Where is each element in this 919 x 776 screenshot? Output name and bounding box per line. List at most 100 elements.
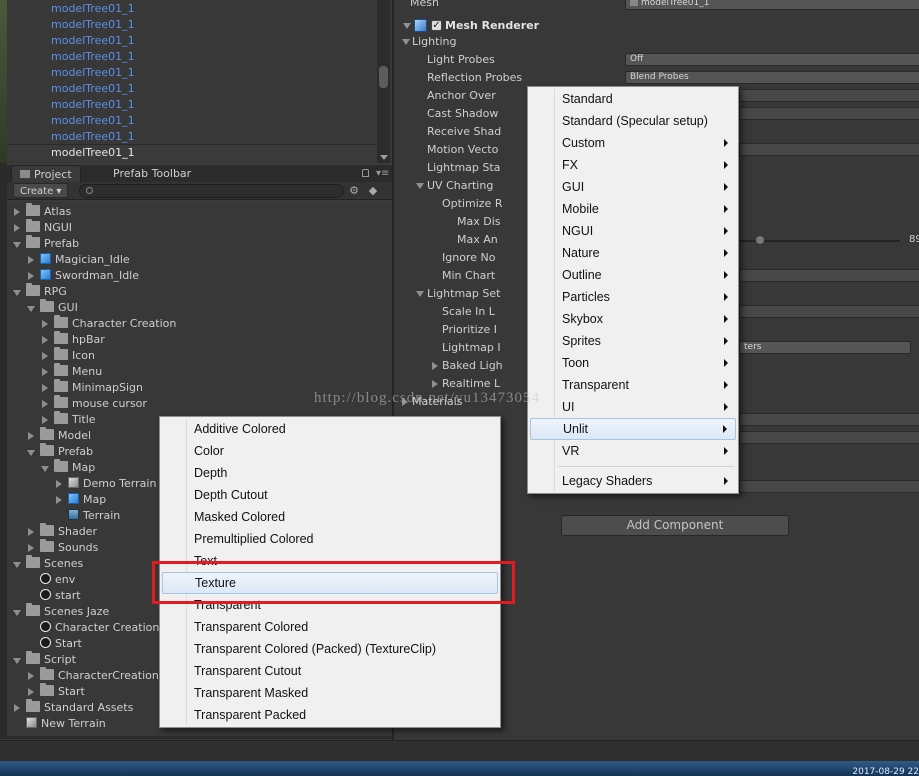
hierarchy-scrollbar[interactable] [377,0,390,163]
project-tree-item[interactable]: NGUI [12,219,72,236]
project-tree-item[interactable]: Map [40,459,95,476]
shader-menu-item[interactable]: VR [530,440,736,462]
chevron-right-icon[interactable] [26,268,36,284]
project-tree-item[interactable]: Sounds [26,539,98,556]
mesh-renderer-enabled-checkbox[interactable]: ✓ [431,20,442,31]
unlit-menu-item[interactable]: Transparent Colored (Packed) (TextureCli… [162,638,498,660]
chevron-right-icon[interactable] [26,252,36,268]
unlit-menu-item[interactable]: Color [162,440,498,462]
lightmap-parameters-dropdown[interactable]: ters [739,341,911,354]
chevron-right-icon[interactable] [12,700,22,716]
hierarchy-item[interactable]: modelTree01_1 [51,113,135,129]
baked-lightmap-foldout-icon[interactable] [432,362,438,370]
shader-dropdown[interactable] [739,480,919,493]
chevron-right-icon[interactable] [40,316,50,332]
project-tree-item[interactable]: mouse cursor [40,395,147,412]
project-tree-item[interactable]: Start [26,636,82,652]
unlit-menu-item[interactable]: Additive Colored [162,418,498,440]
unlit-menu-item[interactable]: Transparent Masked [162,682,498,704]
lightmap-settings-foldout-icon[interactable] [416,291,424,297]
chevron-right-icon[interactable] [40,380,50,396]
shader-menu-item[interactable]: Standard (Specular setup) [530,110,736,132]
project-tree-item[interactable]: MinimapSign [40,379,143,396]
project-tree-item[interactable]: Swordman_Idle [26,268,139,284]
project-search-input[interactable] [79,184,344,198]
chevron-down-icon[interactable] [12,284,22,300]
project-tree-item[interactable]: Atlas [12,203,71,220]
chevron-right-icon[interactable] [26,428,36,444]
project-tree-item[interactable]: Model [26,427,91,444]
filter-type-icon[interactable]: ⚙ [347,184,361,198]
project-tree-item[interactable]: Prefab [26,443,93,460]
shader-menu-item[interactable]: Custom [530,132,736,154]
project-tree-item[interactable]: Title [40,411,96,428]
project-tree-item[interactable]: Icon [40,347,95,364]
material-element-0-field[interactable] [739,413,919,426]
uv-charting-foldout-icon[interactable] [416,183,424,189]
realtime-lightmap-foldout-icon[interactable] [432,380,438,388]
chevron-right-icon[interactable] [26,540,36,556]
shader-menu-item[interactable]: Standard [530,88,736,110]
project-tree-item[interactable]: Start [26,683,85,700]
filter-label-icon[interactable]: ◆ [366,184,380,198]
unlit-menu-item[interactable]: Masked Colored [162,506,498,528]
hierarchy-item[interactable]: modelTree01_1 [51,33,135,49]
project-tree-item[interactable]: Character Creation [40,315,176,332]
hierarchy-item[interactable]: modelTree01_1 [51,1,135,17]
shader-menu-item[interactable]: UI [530,396,736,418]
lock-icon[interactable] [362,169,369,177]
mesh-field[interactable]: modelTree01_1 [625,0,919,10]
tab-prefab-toolbar[interactable]: Prefab Toolbar [105,165,199,182]
hierarchy-scroll-thumb[interactable] [379,66,388,88]
hierarchy-item[interactable]: modelTree01_1 [51,81,135,97]
chevron-right-icon[interactable] [12,204,22,220]
reflection-probes-dropdown[interactable]: Blend Probes [625,71,919,84]
min-chart-field[interactable] [739,269,919,282]
chevron-right-icon[interactable] [26,524,36,540]
shader-menu-item[interactable]: Mobile [530,198,736,220]
chevron-down-icon[interactable] [26,444,36,460]
hierarchy-item[interactable]: modelTree01_1 [51,129,135,145]
shader-menu-item[interactable]: Unlit [530,418,736,440]
chevron-right-icon[interactable] [40,412,50,428]
project-tree-item[interactable]: Scenes [12,555,83,572]
create-button[interactable]: Create ▾ [13,183,69,198]
shader-menu-item[interactable]: Skybox [530,308,736,330]
hierarchy-item[interactable]: modelTree01_1 [51,17,135,33]
chevron-right-icon[interactable] [40,348,50,364]
material-element-1-field[interactable] [739,431,919,444]
chevron-right-icon[interactable] [40,364,50,380]
project-tree-item[interactable]: Prefab [12,235,79,252]
project-tree-item[interactable]: env [26,572,75,588]
chevron-down-icon[interactable] [12,236,22,252]
shader-menu-item[interactable]: Transparent [530,374,736,396]
chevron-down-icon[interactable] [12,652,22,668]
cast-shadows-dropdown[interactable] [739,107,919,120]
hierarchy-item[interactable]: modelTree01_1 [51,145,135,161]
anchor-override-field[interactable] [739,89,919,102]
motion-vectors-dropdown[interactable] [739,143,919,156]
chevron-down-icon[interactable] [12,556,22,572]
hierarchy-item[interactable]: modelTree01_1 [51,97,135,113]
project-tree-item[interactable]: Scenes Jaze [12,603,109,620]
project-tree-item[interactable]: Magician_Idle [26,252,130,268]
tab-project[interactable]: Project [11,165,81,182]
chevron-down-icon[interactable] [40,460,50,476]
project-tree-item[interactable]: Shader [26,523,97,540]
shader-menu-item[interactable]: Toon [530,352,736,374]
chevron-right-icon[interactable] [26,668,36,684]
mesh-renderer-header[interactable]: ✓ Mesh Renderer [398,17,918,35]
unlit-menu-item[interactable]: Transparent Colored [162,616,498,638]
project-tree-item[interactable]: Standard Assets [12,699,133,716]
project-tree-item[interactable]: start [26,588,81,604]
chevron-down-icon[interactable] [26,300,36,316]
unlit-menu-item[interactable]: Transparent Packed [162,704,498,726]
scale-in-lightmap-field[interactable] [739,305,919,318]
shader-menu-item[interactable]: Legacy Shaders [530,470,736,492]
project-tree-item[interactable]: Demo Terrain [54,476,156,492]
mesh-renderer-foldout-icon[interactable] [403,23,411,29]
chevron-right-icon[interactable] [40,396,50,412]
lighting-foldout-icon[interactable] [402,39,410,45]
shader-menu-item[interactable]: Nature [530,242,736,264]
max-angle-slider-knob[interactable] [755,235,765,245]
